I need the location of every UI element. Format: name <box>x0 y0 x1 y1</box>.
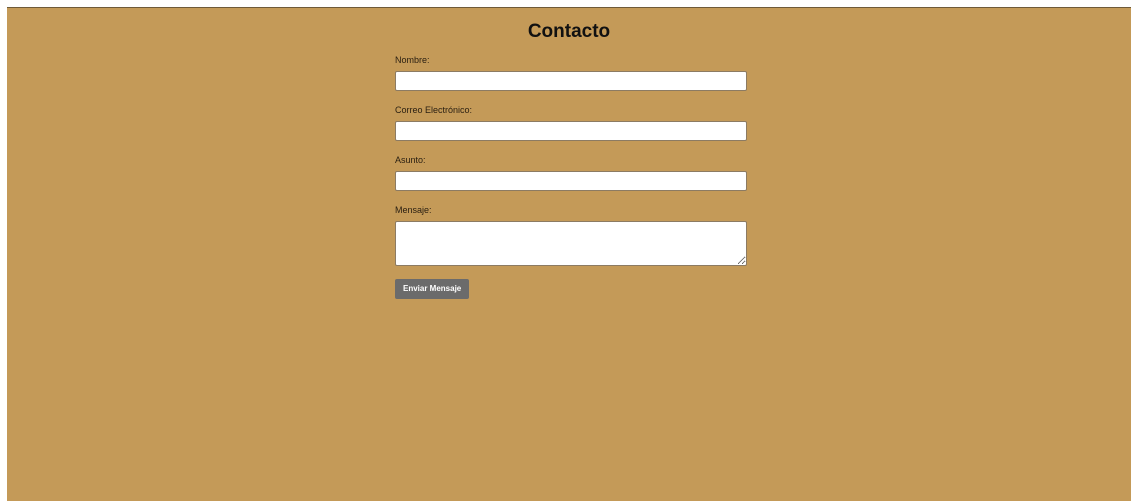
page-background: Contacto Nombre: Correo Electrónico: Asu… <box>7 7 1131 501</box>
send-message-button[interactable]: Enviar Mensaje <box>395 279 470 299</box>
subject-field[interactable] <box>395 171 747 191</box>
contact-form: Nombre: Correo Electrónico: Asunto: Mens… <box>395 55 747 299</box>
page-title: Contacto <box>527 21 611 42</box>
message-label: Mensaje: <box>395 205 432 215</box>
name-field[interactable] <box>395 71 747 91</box>
email-label: Correo Electrónico: <box>395 105 473 115</box>
subject-label: Asunto: <box>395 155 426 165</box>
name-label: Nombre: <box>395 55 430 65</box>
email-field[interactable] <box>395 121 747 141</box>
message-textarea[interactable] <box>395 221 747 266</box>
